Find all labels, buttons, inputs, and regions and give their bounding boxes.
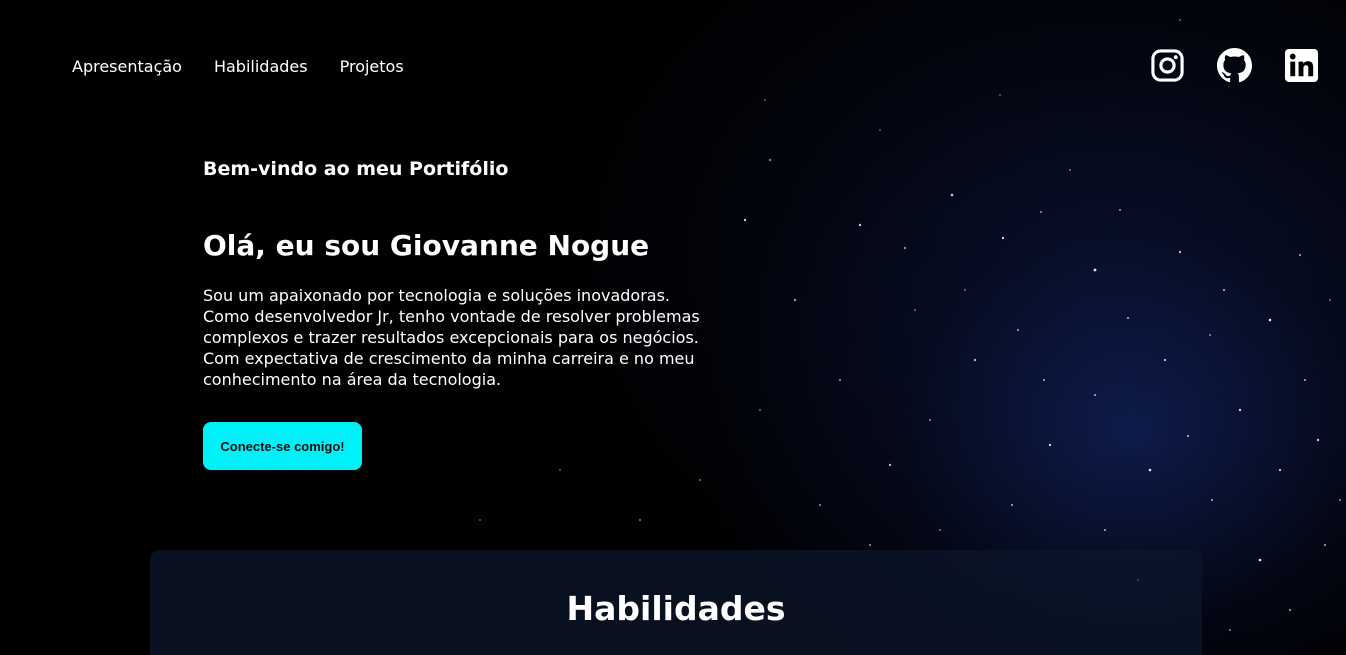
hero-section: Bem-vindo ao meu Portifólio Olá, eu sou … bbox=[203, 155, 743, 389]
nav-item-habilidades[interactable]: Habilidades bbox=[214, 56, 308, 78]
nav-item-apresentacao[interactable]: Apresentação bbox=[72, 56, 182, 78]
social-links bbox=[1150, 48, 1319, 83]
main-nav: Apresentação Habilidades Projetos bbox=[72, 56, 404, 78]
instagram-link[interactable] bbox=[1150, 48, 1185, 83]
connect-button[interactable]: Conecte-se comigo! bbox=[203, 422, 362, 470]
hero-headline: Olá, eu sou Giovanne Nogue bbox=[203, 229, 650, 262]
hero-description: Sou um apaixonado por tecnologia e soluç… bbox=[203, 285, 700, 390]
welcome-heading: Bem-vindo ao meu Portifólio bbox=[203, 158, 509, 180]
skills-section: Habilidades bbox=[150, 550, 1202, 655]
github-icon bbox=[1217, 48, 1252, 83]
description-line: complexos e trazer resultados excepciona… bbox=[203, 328, 699, 347]
github-link[interactable] bbox=[1217, 48, 1252, 83]
description-line: Sou um apaixonado por tecnologia e soluç… bbox=[203, 286, 671, 305]
linkedin-link[interactable] bbox=[1284, 48, 1319, 83]
description-line: Como desenvolvedor Jr, tenho vontade de … bbox=[203, 307, 700, 326]
nav-item-projetos[interactable]: Projetos bbox=[340, 56, 404, 78]
instagram-icon bbox=[1151, 49, 1184, 82]
description-line: Com expectativa de crescimento da minha … bbox=[203, 349, 695, 368]
description-line: conhecimento na área da tecnologia. bbox=[203, 370, 502, 389]
skills-title: Habilidades bbox=[566, 589, 786, 628]
linkedin-icon bbox=[1284, 48, 1319, 83]
